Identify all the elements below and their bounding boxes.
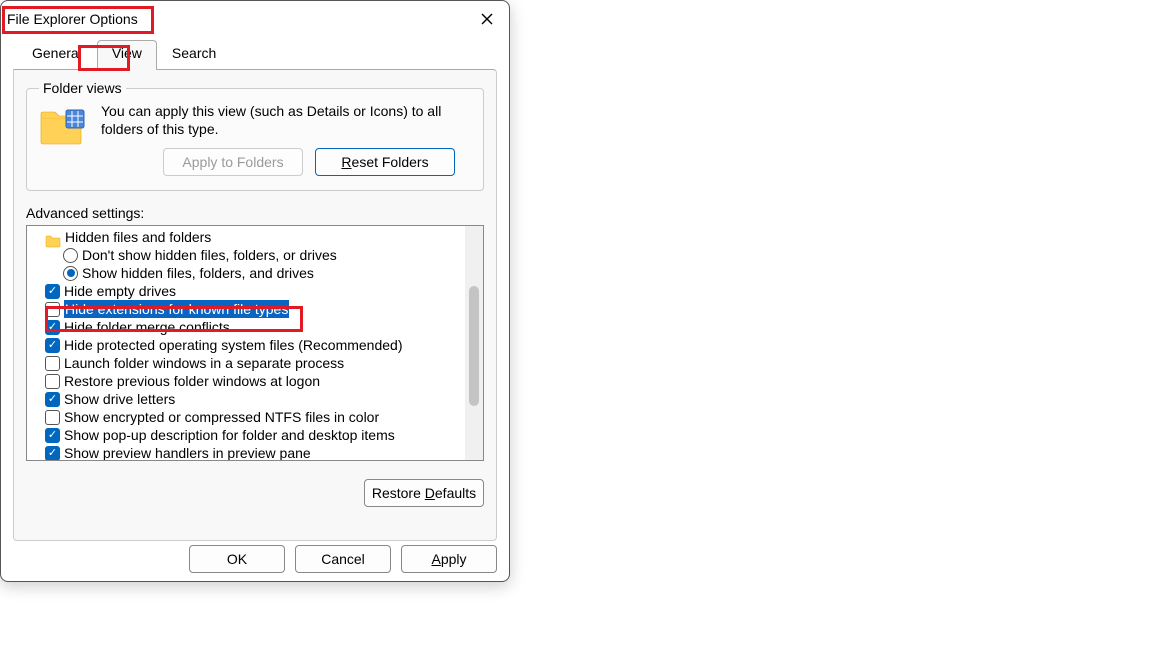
- check-hide-protected-os-files[interactable]: Hide protected operating system files (R…: [31, 336, 463, 354]
- folder-views-group: Folder views You can apply this view (su…: [26, 80, 484, 191]
- check-hide-merge-conflicts[interactable]: Hide folder merge conflicts: [31, 318, 463, 336]
- checkbox-icon: [45, 374, 60, 389]
- checkbox-icon: [45, 392, 60, 407]
- check-hide-empty-drives[interactable]: Hide empty drives: [31, 282, 463, 300]
- cancel-button[interactable]: Cancel: [295, 545, 391, 573]
- dialog-footer: OK Cancel Apply: [189, 545, 497, 573]
- restore-defaults-button[interactable]: Restore Defaults: [364, 479, 484, 507]
- checkbox-icon: [45, 410, 60, 425]
- checkbox-icon: [45, 302, 60, 317]
- checkbox-icon: [45, 356, 60, 371]
- reset-folders-button[interactable]: Reset Folders: [315, 148, 455, 176]
- view-tabpanel: Folder views You can apply this view (su…: [13, 69, 497, 541]
- dialog-title: File Explorer Options: [7, 11, 138, 27]
- check-show-drive-letters[interactable]: Show drive letters: [31, 390, 463, 408]
- folder-grid-icon: [39, 106, 87, 146]
- apply-button[interactable]: Apply: [401, 545, 497, 573]
- advanced-settings-label: Advanced settings:: [26, 205, 484, 221]
- folder-views-desc: You can apply this view (such as Details…: [101, 102, 471, 138]
- checkbox-icon: [45, 428, 60, 443]
- checkbox-icon: [45, 446, 60, 461]
- tab-general[interactable]: General: [17, 40, 97, 70]
- checkbox-icon: [45, 320, 60, 335]
- tabstrip: General View Search: [1, 39, 509, 69]
- folder-views-legend: Folder views: [39, 80, 126, 96]
- check-hide-extensions[interactable]: Hide extensions for known file types: [31, 300, 463, 318]
- checkbox-icon: [45, 284, 60, 299]
- check-restore-previous-windows[interactable]: Restore previous folder windows at logon: [31, 372, 463, 390]
- check-show-popup-description[interactable]: Show pop-up description for folder and d…: [31, 426, 463, 444]
- apply-to-folders-button: Apply to Folders: [163, 148, 303, 176]
- tab-search[interactable]: Search: [157, 40, 231, 70]
- tab-view[interactable]: View: [97, 40, 157, 70]
- scrollbar-thumb[interactable]: [469, 286, 479, 406]
- checkbox-icon: [45, 338, 60, 353]
- close-button[interactable]: [467, 4, 507, 34]
- radio-icon: [63, 248, 78, 263]
- folder-icon: [45, 230, 61, 244]
- check-show-encrypted-color[interactable]: Show encrypted or compressed NTFS files …: [31, 408, 463, 426]
- radio-show-hidden[interactable]: Show hidden files, folders, and drives: [31, 264, 463, 282]
- radio-dont-show-hidden[interactable]: Don't show hidden files, folders, or dri…: [31, 246, 463, 264]
- titlebar: File Explorer Options: [1, 1, 509, 37]
- check-launch-separate-process[interactable]: Launch folder windows in a separate proc…: [31, 354, 463, 372]
- advanced-settings-list[interactable]: Hidden files and folders Don't show hidd…: [26, 225, 484, 461]
- hidden-files-header: Hidden files and folders: [31, 228, 463, 246]
- check-show-preview-handlers[interactable]: Show preview handlers in preview pane: [31, 444, 463, 460]
- ok-button[interactable]: OK: [189, 545, 285, 573]
- radio-icon: [63, 266, 78, 281]
- scrollbar[interactable]: [465, 226, 483, 460]
- file-explorer-options-dialog: File Explorer Options General View Searc…: [0, 0, 510, 582]
